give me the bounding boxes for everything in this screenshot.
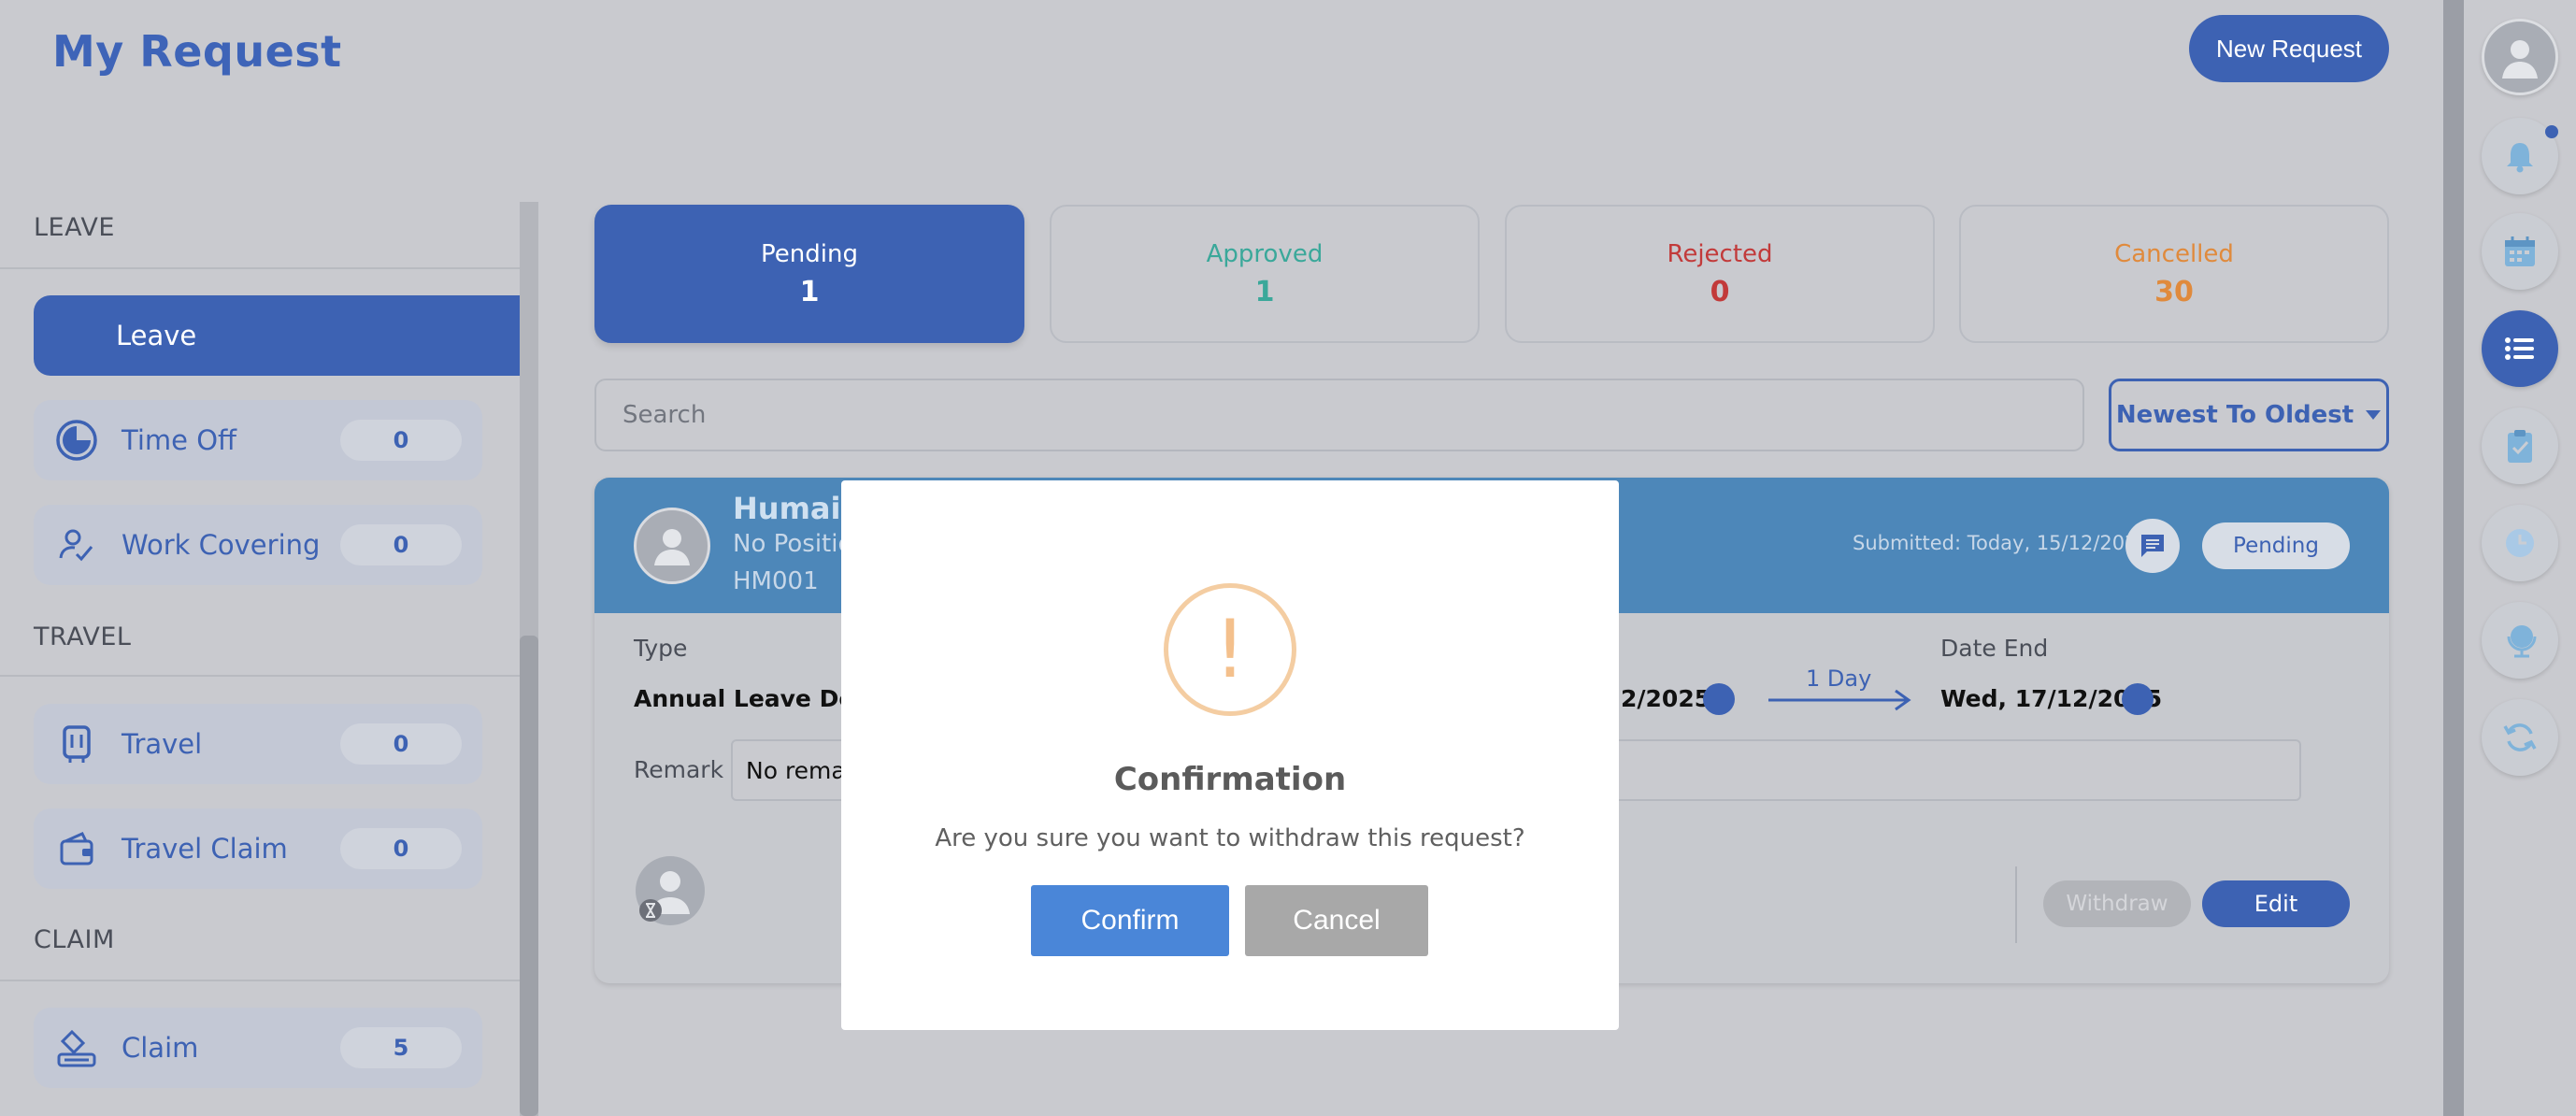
clipboard-check-icon [2508, 430, 2532, 463]
dialog-message: Are you sure you want to withdraw this r… [935, 824, 1525, 852]
sidebar-scrollbar-thumb[interactable] [520, 636, 538, 1116]
employee-id: HM001 [733, 567, 819, 595]
refresh-icon [2503, 723, 2537, 751]
sidebar-item-label: Work Covering [122, 529, 321, 561]
calendar-dot-icon [2122, 683, 2154, 715]
wallet-icon [54, 826, 99, 871]
divider [2015, 866, 2017, 943]
calendar-dot-icon [1703, 683, 1735, 715]
stat-card-pending[interactable]: Pending 1 [594, 205, 1024, 343]
calendar-icon [2505, 236, 2535, 266]
stat-card-approved[interactable]: Approved 1 [1050, 205, 1480, 343]
new-request-button[interactable]: New Request [2189, 15, 2389, 82]
approver-avatar [636, 856, 705, 925]
sort-dropdown[interactable]: Newest To Oldest [2109, 379, 2389, 451]
section-title-travel: TRAVEL [34, 622, 132, 651]
stat-label: Cancelled [2114, 239, 2234, 268]
request-list-button[interactable] [2482, 310, 2558, 387]
attendance-button[interactable] [2482, 505, 2558, 581]
employee-position: No Positio [733, 530, 853, 558]
sidebar-item-label: Time Off [122, 424, 236, 456]
globe-button[interactable] [2482, 602, 2558, 679]
claim-icon [54, 1025, 99, 1070]
comment-icon [2141, 535, 2164, 557]
stat-label: Approved [1206, 239, 1324, 268]
dialog-title: Confirmation [1113, 761, 1347, 798]
time-off-icon [54, 418, 99, 463]
profile-button[interactable] [2482, 19, 2558, 95]
tasks-button[interactable] [2482, 408, 2558, 484]
stat-value: 0 [1710, 275, 1730, 308]
section-title-leave: LEAVE [34, 213, 115, 242]
stat-label: Pending [761, 239, 858, 268]
sidebar-item-claim[interactable]: Claim 5 [34, 1008, 482, 1088]
warning-icon: ! [1164, 583, 1296, 716]
page-title: My Request [52, 26, 342, 77]
sidebar-item-label: Claim [122, 1032, 199, 1064]
clock-icon [2506, 529, 2534, 557]
sort-label: Newest To Oldest [2115, 401, 2354, 429]
date-end-label: Date End [1940, 635, 2049, 662]
main-scrollbar[interactable] [2443, 0, 2464, 1116]
notification-dot [2545, 125, 2558, 138]
sidebar-item-travel-claim[interactable]: Travel Claim 0 [34, 808, 482, 889]
search-input[interactable] [594, 379, 2084, 451]
work-covering-icon [54, 522, 99, 567]
sidebar-item-travel[interactable]: Travel 0 [34, 704, 482, 784]
stat-label: Rejected [1667, 239, 1773, 268]
stat-value: 1 [799, 275, 820, 308]
globe-icon [2507, 625, 2537, 658]
list-icon [2505, 337, 2534, 360]
divider [0, 980, 520, 981]
count-badge: 0 [340, 420, 462, 461]
count-badge: 0 [340, 524, 462, 565]
count-badge: 0 [340, 723, 462, 765]
stat-value: 1 [1254, 275, 1275, 308]
confirmation-dialog: ! Confirmation Are you sure you want to … [841, 480, 1619, 1030]
sidebar-item-label: Leave [116, 320, 197, 351]
sidebar-item-label: Travel Claim [122, 833, 288, 865]
withdraw-button[interactable]: Withdraw [2043, 880, 2191, 927]
submitted-date: Submitted: Today, 15/12/2025 [1853, 532, 2150, 554]
count-badge: 5 [340, 1027, 462, 1068]
status-badge: Pending [2202, 522, 2350, 569]
date-start-value: 2/2025 [1621, 685, 1711, 712]
edit-button[interactable]: Edit [2202, 880, 2350, 927]
calendar-button[interactable] [2482, 213, 2558, 290]
travel-icon [54, 722, 99, 766]
arrow-right-icon [1768, 689, 1911, 711]
stat-card-rejected[interactable]: Rejected 0 [1505, 205, 1935, 343]
remark-value: No remar [746, 756, 856, 784]
confirm-button[interactable]: Confirm [1031, 885, 1229, 956]
stat-card-cancelled[interactable]: Cancelled 30 [1959, 205, 2389, 343]
comment-button[interactable] [2125, 519, 2180, 573]
caret-down-icon [2366, 410, 2382, 420]
notification-bell-icon [2507, 143, 2533, 173]
divider [0, 675, 520, 677]
refresh-button[interactable] [2482, 699, 2558, 776]
remark-label: Remark [634, 756, 724, 783]
type-label: Type [634, 635, 688, 662]
avatar [634, 508, 710, 584]
cancel-button[interactable]: Cancel [1245, 885, 1428, 956]
sidebar-item-work-covering[interactable]: Work Covering 0 [34, 505, 482, 585]
sidebar-item-label: Travel [122, 728, 203, 760]
sidebar-item-leave[interactable]: Leave [34, 295, 520, 376]
duration-label: 1 Day [1806, 665, 1872, 692]
stat-value: 30 [2154, 275, 2194, 308]
profile-icon [2502, 40, 2538, 79]
divider [0, 267, 520, 269]
sidebar-item-time-off[interactable]: Time Off 0 [34, 400, 482, 480]
section-title-claim: CLAIM [34, 925, 115, 954]
count-badge: 0 [340, 828, 462, 869]
